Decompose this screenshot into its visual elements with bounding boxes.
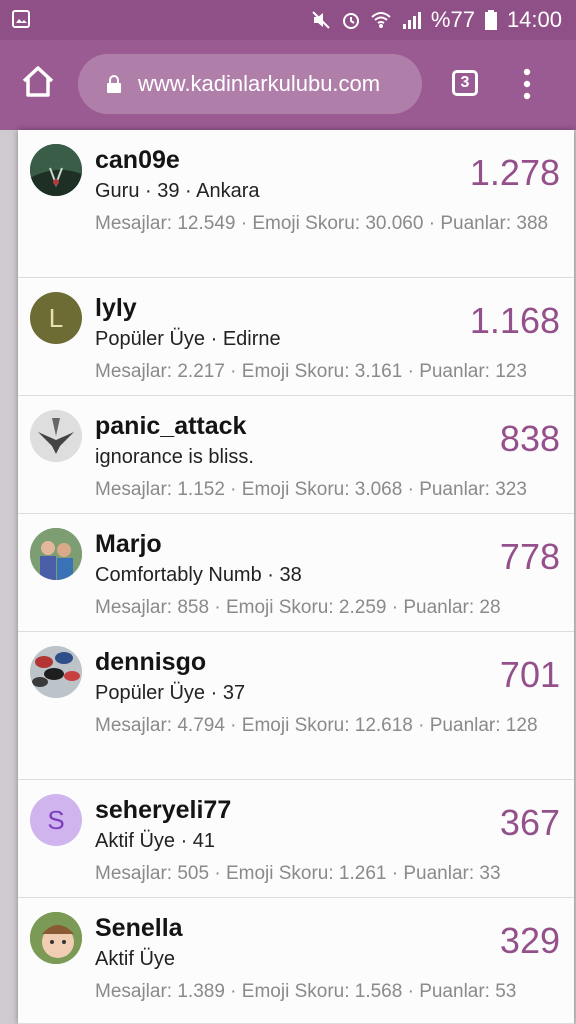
avatar bbox=[30, 912, 82, 964]
member-score: 329 bbox=[499, 920, 560, 961]
member-stats: Mesajlar: 4.794 · Emoji Skoru: 12.618 · … bbox=[95, 715, 538, 736]
clock: 14:00 bbox=[506, 7, 562, 32]
member-name[interactable]: Marjo bbox=[95, 530, 162, 559]
avatar bbox=[30, 646, 82, 698]
list-item[interactable]: can09e Guru · 39 · Ankara Mesajlar: 12.5… bbox=[18, 130, 574, 278]
tab-switcher-button[interactable]: 3 bbox=[452, 70, 478, 96]
member-score: 701 bbox=[499, 654, 560, 695]
list-item[interactable]: dennisgo Popüler Üye · 37 Mesajlar: 4.79… bbox=[18, 632, 574, 780]
home-icon[interactable] bbox=[20, 64, 56, 100]
member-name[interactable]: lyly bbox=[95, 294, 137, 323]
member-name[interactable]: can09e bbox=[95, 146, 180, 175]
member-title: Aktif Üye · 41 bbox=[95, 830, 216, 852]
battery-percent: %77 bbox=[430, 7, 475, 32]
member-title: Comfortably Numb · 38 bbox=[95, 564, 302, 586]
avatar bbox=[30, 528, 82, 580]
list-item[interactable]: panic_attack ignorance is bliss. Mesajla… bbox=[18, 396, 574, 514]
list-item[interactable]: S seheryeli77 Aktif Üye · 41 Mesajlar: 5… bbox=[18, 780, 574, 898]
image-icon bbox=[12, 10, 30, 28]
status-bar: %77 14:00 bbox=[0, 0, 576, 40]
lock-icon bbox=[107, 75, 121, 93]
avatar: S bbox=[30, 794, 82, 846]
avatar-letter: S bbox=[47, 804, 65, 835]
avatar-photo bbox=[30, 912, 82, 964]
avatar-photo bbox=[30, 646, 82, 698]
member-stats: Mesajlar: 1.152 · Emoji Skoru: 3.068 · P… bbox=[95, 479, 527, 500]
member-stats: Mesajlar: 12.549 · Emoji Skoru: 30.060 ·… bbox=[95, 213, 549, 234]
member-title: Popüler Üye · 37 bbox=[95, 682, 246, 704]
member-name[interactable]: panic_attack bbox=[95, 412, 246, 441]
member-stats: Mesajlar: 505 · Emoji Skoru: 1.261 · Pua… bbox=[95, 863, 501, 884]
avatar-letter: L bbox=[48, 302, 64, 333]
avatar bbox=[30, 144, 82, 196]
avatar-photo bbox=[30, 144, 82, 196]
member-score: 778 bbox=[499, 536, 560, 577]
list-item[interactable]: Marjo Comfortably Numb · 38 Mesajlar: 85… bbox=[18, 514, 574, 632]
avatar bbox=[30, 410, 82, 462]
list-item[interactable]: L lyly Popüler Üye · Edirne Mesajlar: 2.… bbox=[18, 278, 574, 396]
member-score: 367 bbox=[499, 802, 560, 843]
member-list-panel: can09e Guru · 39 · Ankara Mesajlar: 12.5… bbox=[18, 130, 574, 1024]
member-title: ignorance is bliss. bbox=[95, 446, 254, 468]
avatar-photo bbox=[30, 528, 82, 580]
member-stats: Mesajlar: 858 · Emoji Skoru: 2.259 · Pua… bbox=[95, 597, 501, 618]
alarm-icon bbox=[342, 13, 359, 29]
member-stats: Mesajlar: 1.389 · Emoji Skoru: 1.568 · P… bbox=[95, 981, 517, 1002]
browser-toolbar: www.kadinlarkulubu.com 3 bbox=[0, 40, 576, 130]
member-title: Guru · 39 · Ankara bbox=[95, 180, 260, 202]
member-name[interactable]: seheryeli77 bbox=[95, 796, 231, 825]
list-item[interactable]: Senella Aktif Üye Mesajlar: 1.389 · Emoj… bbox=[18, 898, 574, 1024]
tab-count: 3 bbox=[460, 74, 470, 91]
signal-icon bbox=[402, 12, 421, 29]
member-name[interactable]: Senella bbox=[95, 914, 183, 943]
wifi-icon bbox=[371, 12, 391, 28]
member-title: Popüler Üye · Edirne bbox=[95, 328, 281, 350]
url-text: www.kadinlarkulubu.com bbox=[138, 71, 381, 96]
member-title: Aktif Üye bbox=[95, 948, 176, 970]
avatar: L bbox=[30, 292, 82, 344]
avatar-photo bbox=[30, 410, 82, 462]
background-page bbox=[0, 130, 18, 1024]
battery-icon bbox=[484, 10, 497, 30]
mute-icon bbox=[312, 11, 330, 29]
member-score: 838 bbox=[499, 418, 560, 459]
url-bar[interactable]: www.kadinlarkulubu.com bbox=[78, 54, 422, 114]
member-score: 1.278 bbox=[469, 152, 560, 193]
more-menu-icon[interactable] bbox=[522, 68, 532, 100]
member-score: 1.168 bbox=[469, 300, 560, 341]
member-name[interactable]: dennisgo bbox=[95, 648, 206, 677]
member-stats: Mesajlar: 2.217 · Emoji Skoru: 3.161 · P… bbox=[95, 361, 527, 382]
